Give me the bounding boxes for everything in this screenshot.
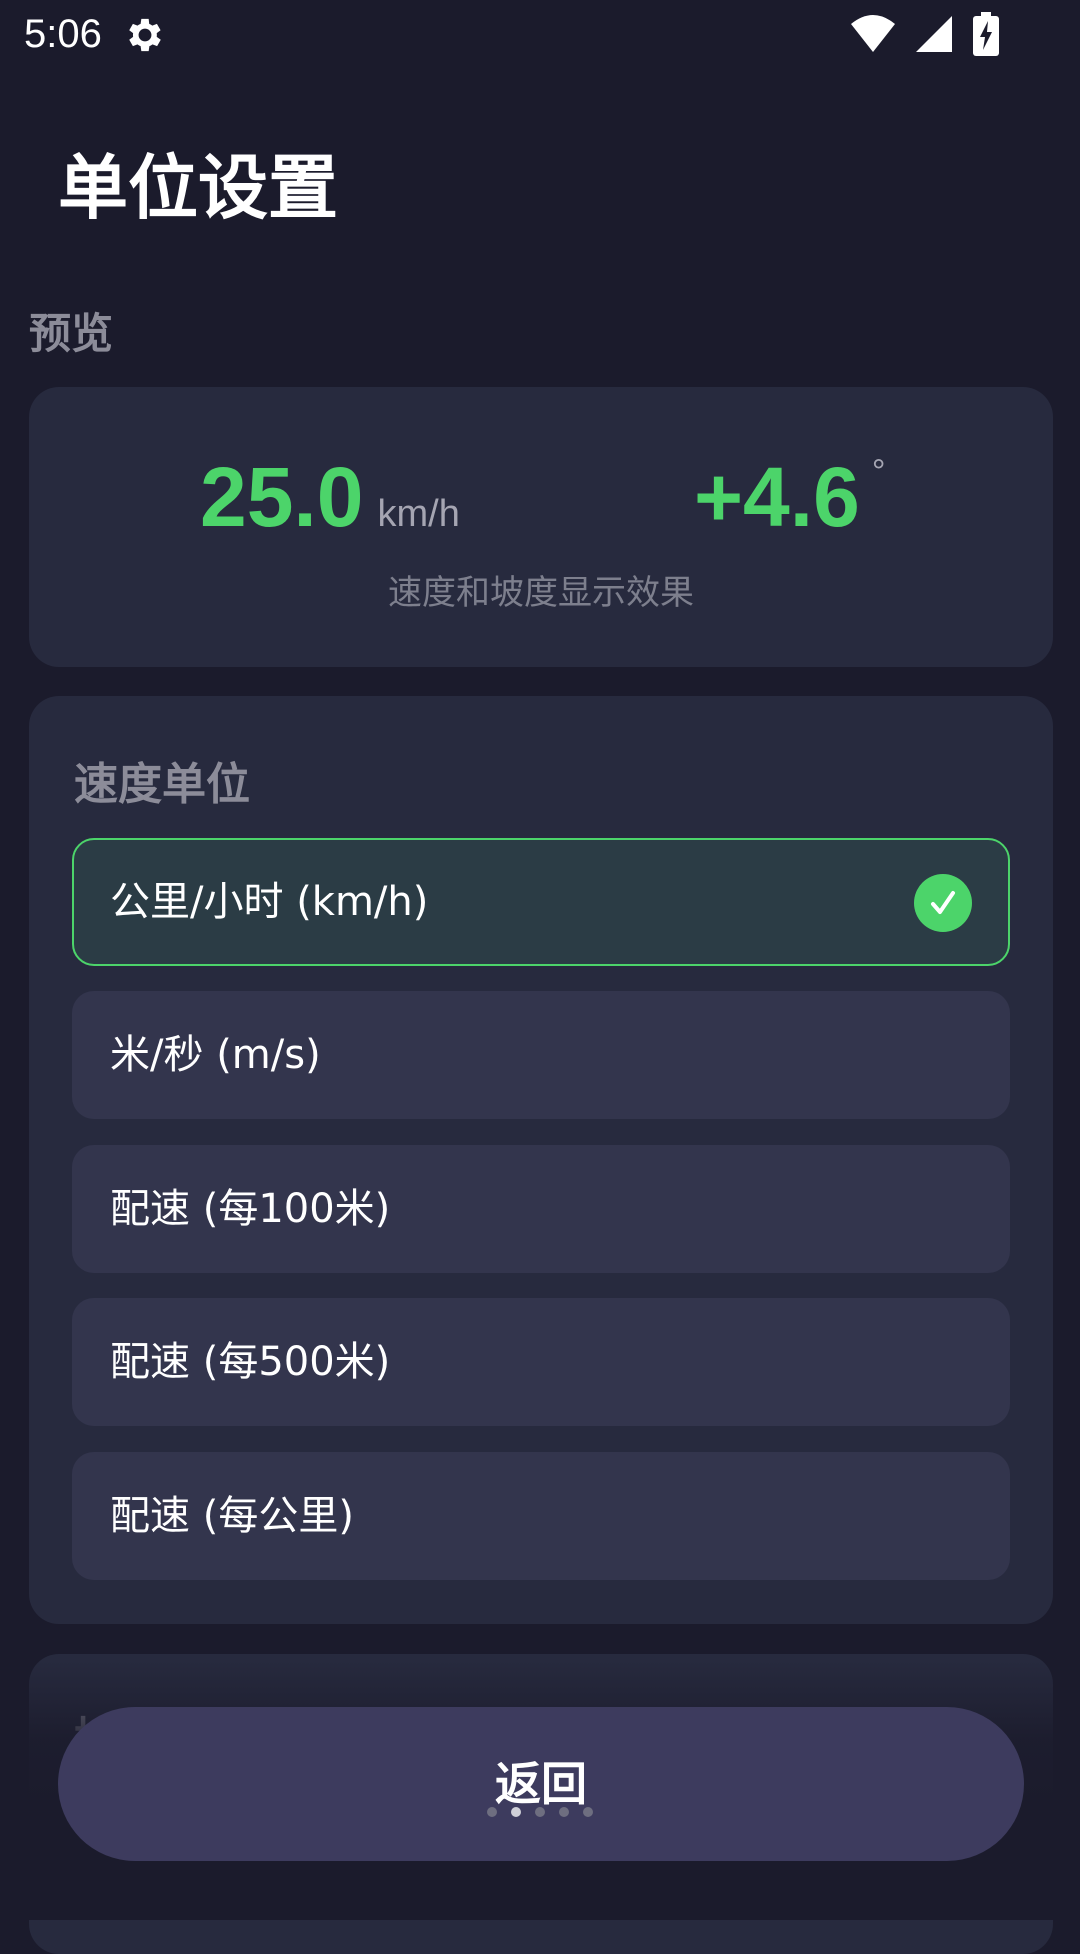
battery-charging-icon <box>973 12 999 56</box>
speed-value: 25.0 <box>200 450 364 544</box>
wifi-icon <box>851 15 895 52</box>
back-button-label: 返回 <box>495 1758 587 1810</box>
page-dot <box>487 1807 497 1817</box>
signal-icon <box>916 16 952 52</box>
page-title: 单位设置 <box>58 147 338 229</box>
option-label: 配速 (每500米) <box>110 1339 391 1385</box>
speed-option-pace-km[interactable]: 配速 (每公里) <box>72 1452 1010 1580</box>
settings-gear-icon <box>129 18 161 52</box>
slope-value: +4.6 <box>694 450 860 544</box>
check-icon <box>914 874 972 932</box>
preview-card: 25.0 km/h +4.6 ° 速度和坡度显示效果 <box>29 387 1053 667</box>
option-label: 米/秒 (m/s) <box>110 1032 321 1078</box>
speed-unit: km/h <box>377 493 460 535</box>
speed-option-pace-500m[interactable]: 配速 (每500米) <box>72 1298 1010 1426</box>
page-dot <box>535 1807 545 1817</box>
option-label: 公里/小时 (km/h) <box>110 879 429 925</box>
speed-option-ms[interactable]: 米/秒 (m/s) <box>72 991 1010 1119</box>
back-button[interactable]: 返回 <box>58 1707 1024 1861</box>
speed-unit-card: 速度单位 公里/小时 (km/h) 米/秒 (m/s) 配速 (每100米) 配… <box>29 696 1053 1624</box>
preview-caption: 速度和坡度显示效果 <box>388 573 694 613</box>
option-label: 配速 (每100米) <box>110 1186 391 1232</box>
status-time: 5:06 <box>24 12 102 56</box>
page-dot <box>583 1807 593 1817</box>
page-indicator <box>487 1807 593 1817</box>
status-bar: 5:06 <box>0 0 1080 72</box>
option-label: 配速 (每公里) <box>110 1493 354 1539</box>
page-dot <box>559 1807 569 1817</box>
preview-slope: +4.6 ° <box>694 449 885 546</box>
app-header: 单位设置 <box>0 72 1080 267</box>
slope-unit: ° <box>871 453 886 491</box>
speed-unit-section-label: 速度单位 <box>74 759 250 810</box>
speed-option-kmh[interactable]: 公里/小时 (km/h) <box>72 838 1010 966</box>
page-dot-active <box>511 1807 521 1817</box>
speed-option-pace-100m[interactable]: 配速 (每100米) <box>72 1145 1010 1273</box>
preview-speed: 25.0 km/h <box>200 449 460 546</box>
preview-section-label: 预览 <box>29 309 114 358</box>
